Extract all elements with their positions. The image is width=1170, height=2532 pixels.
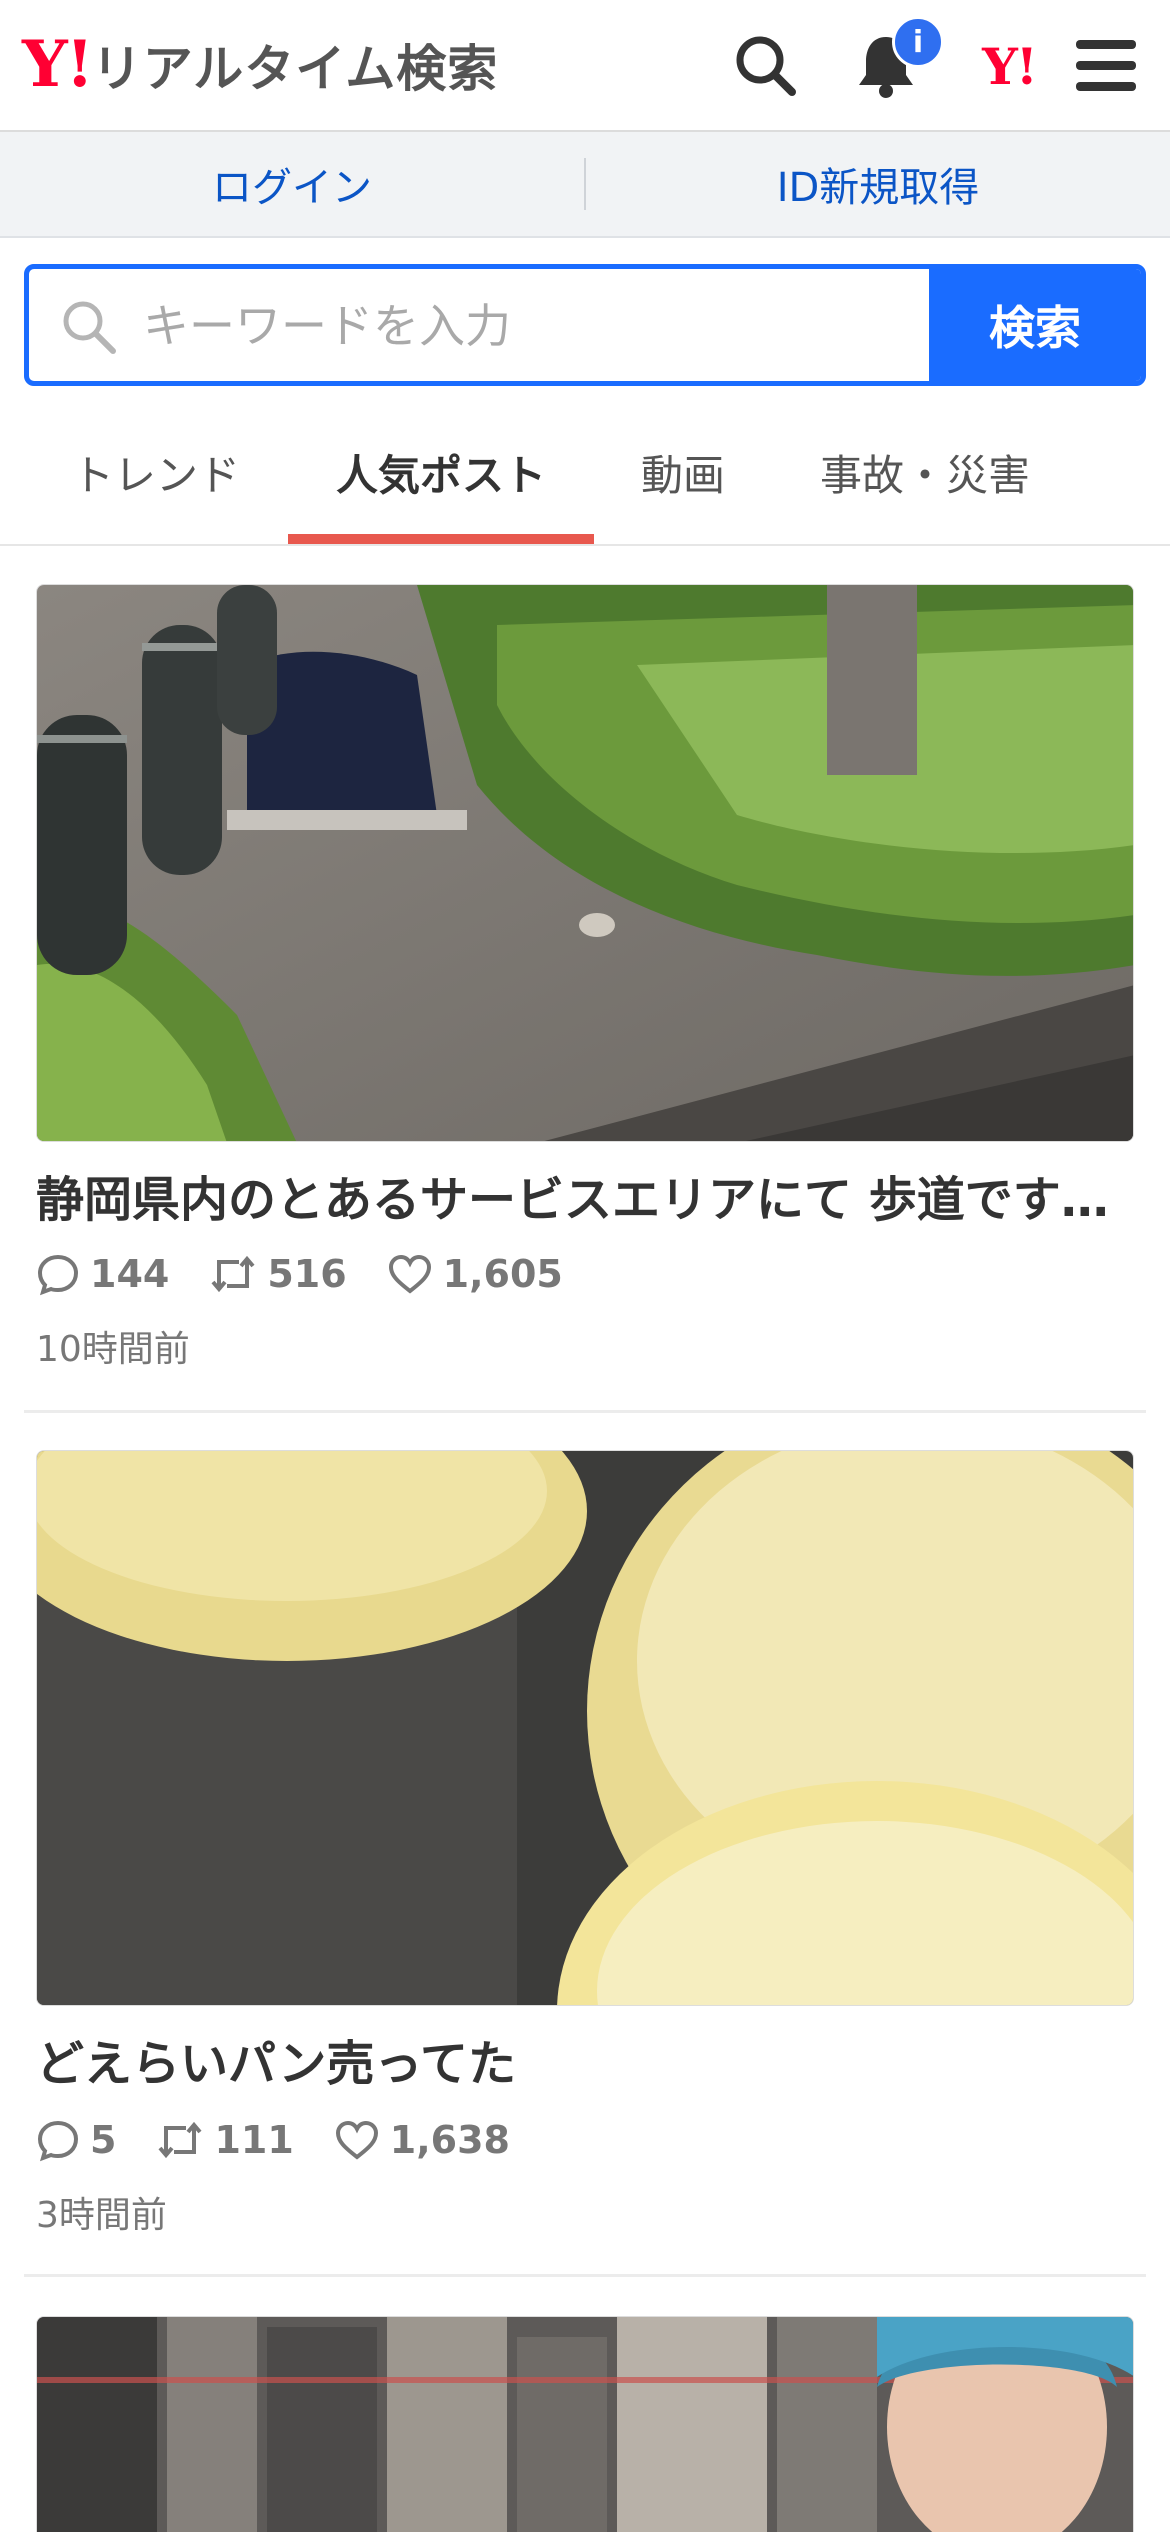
reply-icon: [37, 2120, 79, 2162]
post-stats: 144 516 1,605: [36, 1244, 603, 1304]
yahoo-mark: Y!: [982, 36, 1038, 96]
repost-count-value: 516: [267, 1252, 347, 1296]
reply-count[interactable]: 5: [36, 2118, 116, 2162]
search-field-icon: [59, 297, 119, 357]
post-image[interactable]: [36, 2316, 1134, 2532]
search-box: 検索: [24, 264, 1146, 386]
reply-icon: [37, 1254, 79, 1296]
like-count[interactable]: 1,605: [387, 1252, 563, 1296]
logo-mark: Y!: [22, 27, 94, 102]
repost-icon: [211, 1255, 255, 1293]
register-link[interactable]: ID新規取得: [586, 132, 1170, 236]
post-divider: [24, 2274, 1146, 2277]
post-time: 3時間前: [36, 2195, 167, 2236]
like-count-value: 1,638: [389, 2118, 510, 2162]
search-icon[interactable]: [728, 28, 804, 104]
post-image[interactable]: [36, 584, 1134, 1142]
active-tab-indicator: [288, 534, 594, 544]
search-input[interactable]: [141, 269, 955, 381]
notification-badge[interactable]: i: [892, 16, 944, 68]
search-button[interactable]: 検索: [929, 269, 1141, 381]
repost-count-value: 111: [214, 2118, 294, 2162]
heart-icon: [388, 1254, 431, 1294]
post-title[interactable]: 静岡県内のとあるサービスエリアにて 歩道です…: [36, 1166, 1134, 1234]
post-stats: 5 111 1,638: [36, 2110, 550, 2170]
tab-accident-disaster[interactable]: 事故・災害: [790, 400, 1060, 544]
post-title[interactable]: どえらいパン売ってた: [36, 2030, 1134, 2098]
reply-count-value: 5: [90, 2118, 117, 2162]
category-tabs: トレンド 人気ポスト 動画 事故・災害: [0, 400, 1170, 546]
login-bar: ログイン ID新規取得: [0, 132, 1170, 238]
post-time: 10時間前: [36, 1329, 190, 1370]
like-count-value: 1,605: [442, 1252, 563, 1296]
tab-popular-posts[interactable]: 人気ポスト: [288, 400, 594, 544]
yahoo-realtime-logo[interactable]: Y! リアルタイム検索: [22, 30, 498, 100]
menu-icon[interactable]: [1068, 28, 1144, 104]
reply-count[interactable]: 144: [36, 1252, 169, 1296]
repost-count[interactable]: 516: [209, 1252, 347, 1296]
login-link[interactable]: ログイン: [0, 132, 584, 236]
heart-icon: [335, 2120, 378, 2160]
app-header: Y! リアルタイム検索 i Y!: [0, 0, 1170, 132]
repost-icon: [158, 2121, 202, 2159]
post-divider: [24, 1410, 1146, 1413]
like-count[interactable]: 1,638: [334, 2118, 510, 2162]
logo-text: リアルタイム検索: [91, 40, 499, 98]
post-image[interactable]: [36, 1450, 1134, 2006]
tab-trend[interactable]: トレンド: [40, 400, 272, 544]
repost-count[interactable]: 111: [156, 2118, 294, 2162]
yahoo-logo-icon[interactable]: Y!: [966, 28, 1052, 104]
reply-count-value: 144: [90, 1252, 170, 1296]
tab-video[interactable]: 動画: [610, 400, 756, 544]
